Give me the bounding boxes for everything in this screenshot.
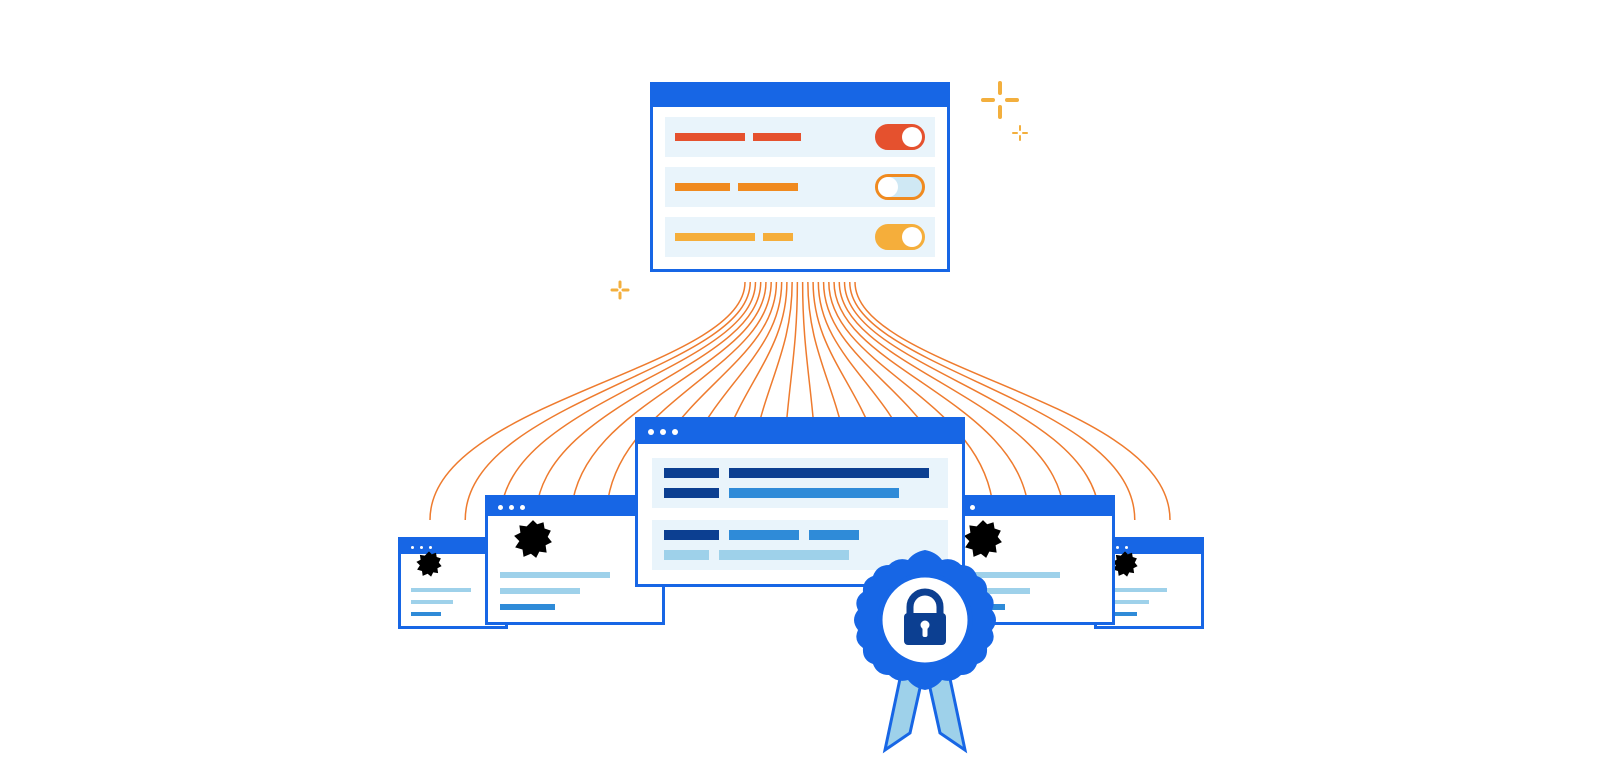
control-dot-icon [672, 429, 678, 435]
text-line [411, 600, 495, 604]
setting-label-bar [763, 233, 793, 241]
cert-window-main [635, 417, 965, 587]
text-line [1107, 588, 1191, 592]
text-chip [809, 530, 859, 540]
toggle-switch[interactable] [875, 124, 925, 150]
control-dot-icon [1116, 546, 1119, 549]
sparkle-icon [980, 80, 1020, 120]
control-dot-icon [509, 505, 514, 510]
text-chip [729, 468, 929, 478]
control-dot-icon [429, 546, 432, 549]
window-title-bar [638, 420, 962, 444]
text-line [664, 550, 936, 560]
text-line [500, 588, 650, 594]
text-line [411, 588, 495, 592]
cert-section [652, 520, 948, 570]
text-chip [664, 488, 719, 498]
toggle-knob [878, 177, 898, 197]
settings-window [650, 82, 950, 272]
text-line [950, 588, 1100, 594]
setting-label-bar [675, 233, 755, 241]
cert-body [638, 444, 962, 584]
control-dot-icon [660, 429, 666, 435]
control-dot-icon [420, 546, 423, 549]
text-line [950, 604, 1100, 610]
window-title-bar [653, 85, 947, 107]
toggle-switch[interactable] [875, 174, 925, 200]
settings-body [653, 107, 947, 269]
text-chip [729, 488, 899, 498]
window-controls [638, 420, 962, 444]
seal-icon [512, 518, 554, 560]
text-chip [664, 468, 719, 478]
text-chip [719, 550, 849, 560]
setting-label-bar [753, 133, 801, 141]
text-line [664, 530, 936, 540]
text-line [664, 468, 936, 478]
seal-icon [962, 518, 1004, 560]
settings-row [665, 167, 935, 207]
sparkle-icon [610, 280, 630, 300]
toggle-knob [902, 127, 922, 147]
control-dot-icon [411, 546, 414, 549]
seal-icon [1111, 550, 1139, 578]
text-line [500, 572, 650, 578]
control-dot-icon [520, 505, 525, 510]
control-dot-icon [1125, 546, 1128, 549]
settings-row [665, 217, 935, 257]
text-chip [664, 530, 719, 540]
setting-label-bar [675, 183, 730, 191]
control-dot-icon [498, 505, 503, 510]
ribbon-tails-icon [885, 655, 965, 750]
toggle-switch[interactable] [875, 224, 925, 250]
seal-icon [415, 550, 443, 578]
control-dot-icon [648, 429, 654, 435]
control-dot-icon [970, 505, 975, 510]
sparkle-icon [1012, 125, 1028, 141]
text-line [411, 612, 495, 616]
toggle-knob [902, 227, 922, 247]
text-line [500, 604, 650, 610]
setting-label-bar [738, 183, 798, 191]
text-chip [729, 530, 799, 540]
cert-section [652, 458, 948, 508]
diagram-stage [0, 0, 1600, 767]
setting-label-bar [675, 133, 745, 141]
text-line [664, 488, 936, 498]
text-line [1107, 600, 1191, 604]
text-chip [664, 550, 709, 560]
settings-row [665, 117, 935, 157]
text-line [950, 572, 1100, 578]
text-line [1107, 612, 1191, 616]
